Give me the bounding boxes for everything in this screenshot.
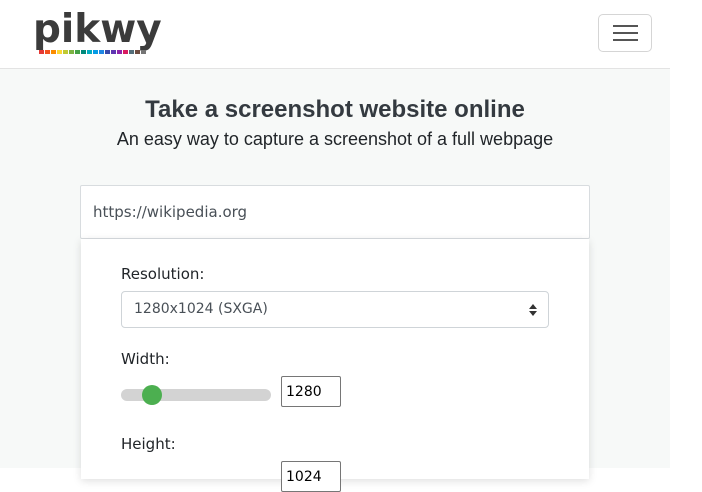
logo-stripe-segment [39,50,44,54]
screenshot-options-panel: Resolution: 1280x1024 (SXGA) Width: Heig… [81,239,589,492]
page-title: Take a screenshot website online [145,96,525,123]
logo-stripe-segment [117,50,122,54]
logo-stripe-segment [93,50,98,54]
logo-stripe-segment [129,50,134,54]
hamburger-icon-line [613,32,638,34]
width-label: Width: [121,350,170,368]
page-gutter [670,0,702,468]
logo-stripe-segment [99,50,104,54]
page-background: pikwy Take a screenshot website online A… [0,0,670,492]
logo-stripe-segment [57,50,62,54]
logo-stripe-segment [135,50,140,54]
logo-stripe-segment [45,50,50,54]
top-navbar: pikwy [0,0,670,69]
url-input[interactable] [80,185,590,239]
hamburger-icon [613,25,638,27]
logo-stripe-segment [111,50,116,54]
logo-stripe-segment [105,50,110,54]
width-number-input[interactable] [281,376,341,407]
logo-stripe-segment [123,50,128,54]
logo-stripe-segment [75,50,80,54]
logo-stripe-segment [141,50,146,54]
logo-stripe-segment [69,50,74,54]
resolution-label: Resolution: [121,265,205,283]
logo-stripe-segment [87,50,92,54]
width-slider-thumb[interactable] [141,385,162,405]
width-slider[interactable] [121,385,271,405]
height-label: Height: [121,435,176,453]
logo-stripe-segment [51,50,56,54]
logo-stripe-segment [81,50,86,54]
page-subtitle: An easy way to capture a screenshot of a… [116,129,554,149]
select-arrows-icon [529,304,537,316]
hamburger-icon-line [613,39,638,41]
logo-stripe-segment [63,50,68,54]
height-number-input[interactable] [281,461,341,492]
resolution-selected-value: 1280x1024 (SXGA) [134,301,268,317]
pikwy-logo[interactable]: pikwy [33,8,162,56]
logo-color-stripe [39,50,147,54]
menu-toggle-button[interactable] [598,14,652,52]
logo-wordmark: pikwy [33,7,162,52]
resolution-select[interactable]: 1280x1024 (SXGA) [121,291,549,328]
